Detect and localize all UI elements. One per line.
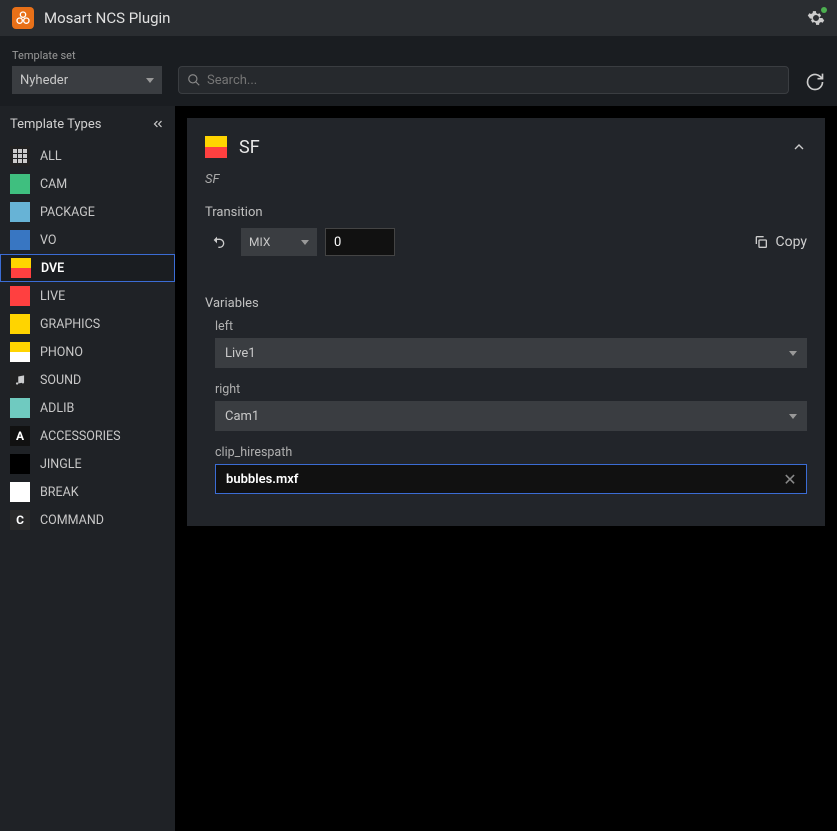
sidebar-item-cam[interactable]: CAM (0, 170, 175, 198)
variable-right: right Cam1 (215, 382, 807, 431)
sidebar-item-dve[interactable]: DVE (0, 254, 175, 282)
variable-value: Cam1 (225, 409, 259, 424)
sidebar-item-adlib[interactable]: ADLIB (0, 394, 175, 422)
collapse-panel-button[interactable] (791, 139, 807, 155)
collapse-sidebar-button[interactable] (151, 117, 165, 131)
sidebar-item-vo[interactable]: VO (0, 226, 175, 254)
app-header: Mosart NCS Plugin (0, 0, 837, 36)
variable-label: right (215, 382, 807, 397)
template-set-group: Template set Nyheder (12, 49, 162, 94)
search-field[interactable] (178, 66, 789, 94)
sidebar-header: Template Types (0, 106, 175, 142)
chevron-down-icon (789, 351, 797, 356)
content-area: SF SF Transition MIX (175, 106, 837, 831)
sidebar: Template Types ALL CAM PACKAGE VO DVE LIVE GRA… (0, 106, 175, 831)
type-swatch-icon (10, 314, 30, 334)
sidebar-item-phono[interactable]: PHONO (0, 338, 175, 366)
refresh-icon (805, 72, 825, 92)
sidebar-item-command[interactable]: C COMMAND (0, 506, 175, 534)
settings-button[interactable] (807, 9, 825, 27)
copy-icon (753, 234, 769, 250)
sidebar-item-label: COMMAND (40, 513, 104, 528)
sidebar-item-label: GRAPHICS (40, 317, 100, 332)
type-swatch-icon: C (10, 510, 30, 530)
status-indicator-icon (821, 7, 827, 13)
transition-label: Transition (205, 205, 807, 220)
sidebar-title: Template Types (10, 117, 101, 132)
undo-button[interactable] (205, 228, 233, 256)
type-swatch-icon (10, 286, 30, 306)
variable-label: left (215, 319, 807, 334)
undo-icon (211, 234, 227, 250)
sidebar-item-label: SOUND (40, 373, 81, 388)
toolbar: Template set Nyheder (0, 36, 837, 106)
template-title: SF (239, 137, 260, 158)
template-set-label: Template set (12, 49, 162, 62)
sidebar-item-live[interactable]: LIVE (0, 282, 175, 310)
sidebar-item-accessories[interactable]: A ACCESSORIES (0, 422, 175, 450)
search-group (178, 51, 789, 94)
app-logo (12, 7, 34, 29)
sidebar-item-label: JINGLE (40, 457, 82, 472)
type-swatch-icon (10, 202, 30, 222)
template-set-dropdown[interactable]: Nyheder (12, 66, 162, 94)
variable-value: Live1 (225, 346, 256, 361)
sidebar-item-label: LIVE (40, 289, 65, 304)
app-title: Mosart NCS Plugin (44, 9, 170, 27)
template-color-swatch (205, 136, 227, 158)
sidebar-item-label: BREAK (40, 485, 79, 500)
copy-label: Copy (775, 234, 807, 250)
copy-button[interactable]: Copy (753, 234, 807, 250)
chevron-up-icon (791, 139, 807, 155)
type-swatch-icon (10, 482, 30, 502)
variable-right-dropdown[interactable]: Cam1 (215, 401, 807, 431)
sidebar-item-package[interactable]: PACKAGE (0, 198, 175, 226)
search-input[interactable] (207, 73, 780, 88)
type-swatch-icon (10, 342, 30, 362)
variable-left-dropdown[interactable]: Live1 (215, 338, 807, 368)
clear-button[interactable]: ✕ (780, 469, 800, 489)
type-swatch-icon (10, 230, 30, 250)
variable-left: left Live1 (215, 319, 807, 368)
variable-clip_hirespath-input[interactable] (226, 472, 780, 487)
sidebar-item-label: CAM (40, 177, 67, 192)
type-swatch-icon (10, 146, 30, 166)
sidebar-item-label: ACCESSORIES (40, 429, 121, 444)
sidebar-item-all[interactable]: ALL (0, 142, 175, 170)
transition-type-value: MIX (249, 235, 270, 249)
sidebar-item-label: ALL (40, 149, 62, 164)
type-swatch-icon (10, 454, 30, 474)
sidebar-item-label: PHONO (40, 345, 83, 360)
sidebar-item-break[interactable]: BREAK (0, 478, 175, 506)
variable-clip_hirespath: clip_hirespath ✕ (215, 445, 807, 494)
chevron-double-left-icon (151, 117, 165, 131)
sidebar-item-label: PACKAGE (40, 205, 95, 220)
type-swatch-icon (10, 398, 30, 418)
search-icon (187, 73, 201, 87)
sidebar-item-label: ADLIB (40, 401, 74, 416)
variables-label: Variables (205, 296, 807, 311)
sidebar-item-label: DVE (41, 261, 64, 276)
variable-clip_hirespath-input-wrap: ✕ (215, 464, 807, 494)
chevron-down-icon (146, 78, 154, 83)
template-panel: SF SF Transition MIX (187, 118, 825, 526)
transition-value-input[interactable] (325, 228, 395, 256)
refresh-button[interactable] (805, 72, 825, 94)
template-set-value: Nyheder (20, 73, 68, 88)
template-subtitle: SF (205, 172, 807, 187)
sidebar-item-graphics[interactable]: GRAPHICS (0, 310, 175, 338)
sidebar-item-sound[interactable]: SOUND (0, 366, 175, 394)
type-swatch-icon: A (10, 426, 30, 446)
type-swatch-icon (11, 258, 31, 278)
sidebar-item-label: VO (40, 233, 56, 248)
type-swatch-icon (10, 370, 30, 390)
chevron-down-icon (301, 240, 309, 245)
chevron-down-icon (789, 414, 797, 419)
variable-label: clip_hirespath (215, 445, 807, 460)
sidebar-item-jingle[interactable]: JINGLE (0, 450, 175, 478)
transition-type-dropdown[interactable]: MIX (241, 228, 317, 256)
type-swatch-icon (10, 174, 30, 194)
